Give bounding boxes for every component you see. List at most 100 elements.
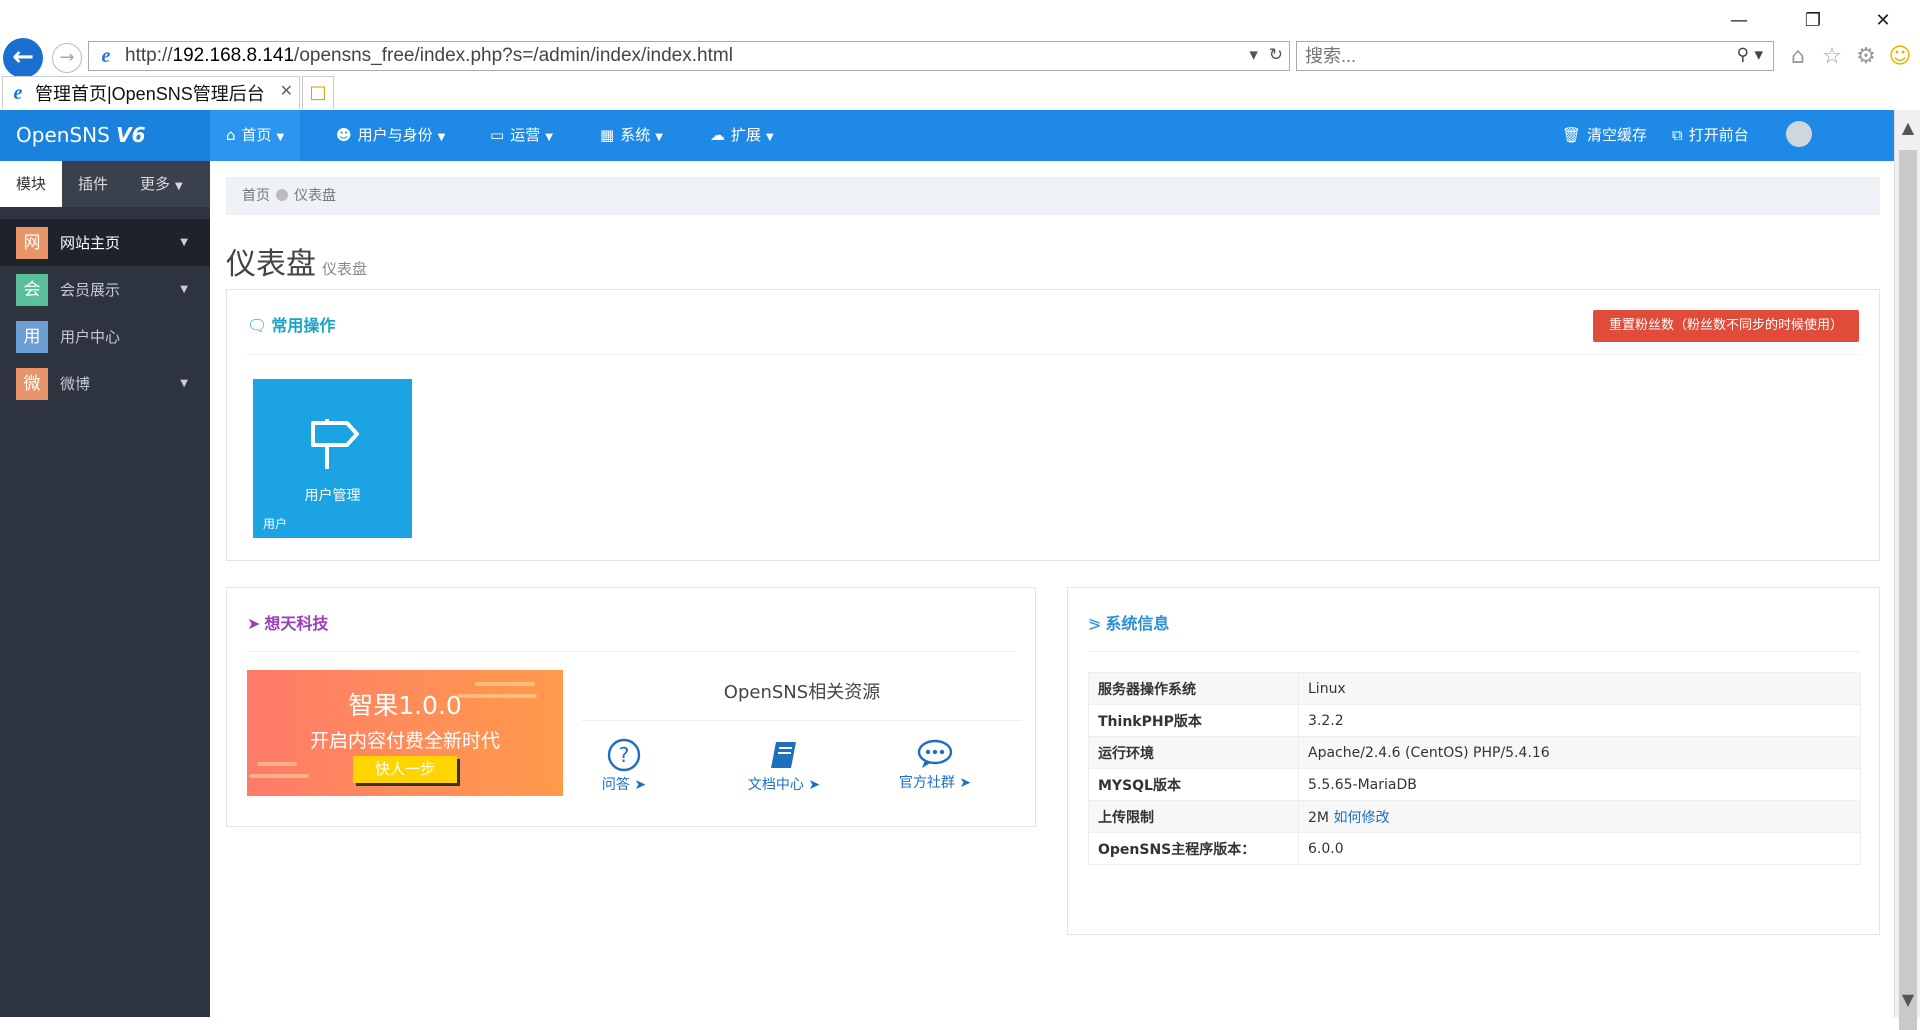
sidebar-item-badge: 网 — [16, 226, 48, 259]
user-icon: ☻ — [336, 126, 352, 144]
table-row: MYSQL版本 5.5.65-MariaDB — [1088, 768, 1861, 801]
banner-subtitle: 开启内容付费全新时代 — [309, 730, 500, 752]
open-frontend-label: 打开前台 — [1688, 126, 1749, 144]
upload-limit-value: 2M — [1308, 809, 1329, 826]
sidebar-item-website-home[interactable]: 网 网站主页 ▼ — [0, 219, 210, 266]
sidebar-item-user-center[interactable]: 用 用户中心 — [0, 313, 210, 360]
search-icon[interactable]: ⚲ ▾ — [1737, 45, 1763, 65]
sidebar-item-member-showcase[interactable]: 会 会员展示 ▼ — [0, 266, 210, 313]
reset-fans-button[interactable]: 重置粉丝数（粉丝数不同步的时候使用） — [1592, 310, 1859, 342]
how-to-modify-link[interactable]: 如何修改 — [1333, 810, 1389, 826]
brand-logo[interactable]: OpenSNS V6 — [0, 110, 210, 161]
favorites-star-icon[interactable]: ☆ — [1818, 43, 1846, 71]
new-tab-button[interactable]: □ — [302, 76, 334, 109]
open-frontend-button[interactable]: ⧉ 打开前台 — [1656, 110, 1765, 161]
restore-icon[interactable]: ❐ — [1790, 8, 1836, 34]
settings-gear-icon[interactable]: ⚙ — [1852, 43, 1880, 71]
sidebar-item-label: 网站主页 — [60, 234, 121, 252]
zhiguo-banner[interactable]: 智果1.0.0 开启内容付费全新时代 快人一步 — [247, 670, 563, 796]
arrow-circle-right-icon: ➤ — [959, 775, 972, 791]
community-link[interactable]: 官方社群 ➤ — [890, 738, 980, 792]
user-menu[interactable]: admin123 — [1770, 110, 1894, 195]
row-key: ThinkPHP版本 — [1088, 704, 1299, 737]
back-button[interactable]: ← — [3, 38, 43, 78]
docs-link-label: 文档中心 — [747, 777, 804, 793]
qa-link[interactable]: ? 问答 ➤ — [594, 738, 654, 794]
clear-cache-button[interactable]: 🗑 清空缓存 — [1546, 110, 1663, 161]
table-row: 服务器操作系统 Linux — [1088, 672, 1861, 705]
nav-extensions[interactable]: ☁ 扩展 ▼ — [694, 110, 790, 161]
browser-tab[interactable]: e 管理首页|OpenSNS管理后台 ✕ — [2, 76, 300, 109]
tab-more[interactable]: 更多 ▼ — [124, 161, 199, 207]
banner-cta-button[interactable]: 快人一步 — [353, 756, 457, 783]
new-tab-icon: □ — [309, 82, 327, 103]
paper-plane-icon: ➤ — [247, 614, 261, 633]
chevron-down-icon: ▼ — [437, 132, 446, 143]
browser-search-box[interactable]: ⚲ ▾ — [1296, 41, 1774, 71]
panel-title: 🗨 常用操作 — [247, 312, 335, 336]
chevron-down-icon: ▼ — [175, 181, 183, 192]
scroll-up-icon[interactable]: ▲ — [1895, 118, 1920, 137]
address-url[interactable]: http://192.168.8.141/opensns_free/index.… — [125, 45, 733, 67]
forward-button[interactable]: → — [52, 43, 82, 73]
nav-users-identity[interactable]: ☻ 用户与身份 ▼ — [320, 110, 461, 161]
breadcrumb-separator-icon — [276, 189, 288, 201]
sidebar-item-badge: 会 — [16, 273, 48, 306]
home-page-icon[interactable]: ⌂ — [1784, 43, 1812, 71]
divider — [247, 651, 1015, 652]
tab-plugins[interactable]: 插件 — [62, 161, 124, 207]
page-title-text: 仪表盘 — [226, 247, 316, 282]
user-management-tile[interactable]: 用户管理 用户 — [253, 379, 412, 538]
sidebar-item-weibo[interactable]: 微 微博 ▼ — [0, 360, 210, 407]
page-subtitle: 仪表盘 — [322, 260, 368, 278]
panel-title: ➤ 想天科技 — [247, 610, 328, 634]
caret-down-icon: ▼ — [180, 378, 188, 389]
banner-title: 智果1.0.0 — [348, 691, 462, 720]
external-link-icon: ⧉ — [1672, 126, 1683, 144]
browser-search-input[interactable] — [1297, 42, 1697, 70]
smiley-feedback-icon[interactable]: ☺ — [1886, 43, 1914, 71]
nav-operations[interactable]: ▭ 运营 ▼ — [474, 110, 569, 161]
minimize-icon[interactable]: — — [1716, 8, 1762, 34]
nav-home[interactable]: ⌂ 首页 ▼ — [210, 110, 301, 161]
panel-title-text: 想天科技 — [264, 614, 329, 633]
row-key: 服务器操作系统 — [1088, 672, 1299, 705]
address-bar[interactable]: e http://192.168.8.141/opensns_free/inde… — [88, 41, 1290, 71]
scroll-down-icon[interactable]: ▼ — [1895, 990, 1920, 1009]
row-value: Linux — [1298, 672, 1861, 705]
ie-tab-icon: e — [13, 81, 23, 104]
row-value: 2M 如何修改 — [1298, 800, 1861, 833]
close-window-icon[interactable]: ✕ — [1860, 8, 1906, 34]
windows-icon: ▦ — [600, 126, 615, 144]
row-value: 6.0.0 — [1298, 832, 1861, 865]
tab-close-icon[interactable]: ✕ — [280, 81, 293, 100]
row-value: 5.5.65-MariaDB — [1298, 768, 1861, 801]
docs-link[interactable]: 文档中心 ➤ — [736, 738, 832, 794]
vertical-scrollbar[interactable]: ▲ ▼ — [1894, 110, 1920, 1030]
breadcrumb-home[interactable]: 首页 — [242, 188, 270, 204]
system-info-panel: ⪖ 系统信息 服务器操作系统 Linux ThinkPHP版本 3.2.2 运行环境 A… — [1067, 587, 1880, 935]
chevron-down-icon: ▼ — [766, 132, 774, 143]
row-key: OpenSNS主程序版本： — [1088, 832, 1299, 865]
sidebar-item-badge: 微 — [16, 367, 48, 400]
chat-bubble-icon — [917, 739, 953, 768]
laptop-icon: ▭ — [490, 126, 505, 144]
nav-home-label: 首页 — [241, 126, 272, 144]
tab-modules[interactable]: 模块 — [0, 161, 63, 207]
url-prefix: http:// — [125, 45, 173, 66]
sidebar-item-badge: 用 — [16, 320, 48, 353]
system-info-table: 服务器操作系统 Linux ThinkPHP版本 3.2.2 运行环境 Apache/… — [1088, 672, 1861, 865]
clear-cache-label: 清空缓存 — [1587, 126, 1648, 144]
ie-logo-icon: e — [101, 45, 111, 67]
scrollbar-thumb[interactable] — [1899, 150, 1917, 1030]
row-value: 3.2.2 — [1298, 704, 1861, 737]
nav-system[interactable]: ▦ 系统 ▼ — [584, 110, 679, 161]
dropdown-icon[interactable]: ▾ — [1249, 45, 1258, 65]
arrow-left-icon: ← — [12, 42, 34, 72]
chevron-down-icon: ▼ — [545, 132, 553, 143]
divider — [1088, 651, 1859, 652]
caret-down-icon: ▼ — [180, 237, 188, 248]
refresh-icon[interactable]: ↻ — [1269, 45, 1283, 65]
table-row: 上传限制 2M 如何修改 — [1088, 800, 1861, 833]
home-icon: ⌂ — [226, 126, 236, 144]
